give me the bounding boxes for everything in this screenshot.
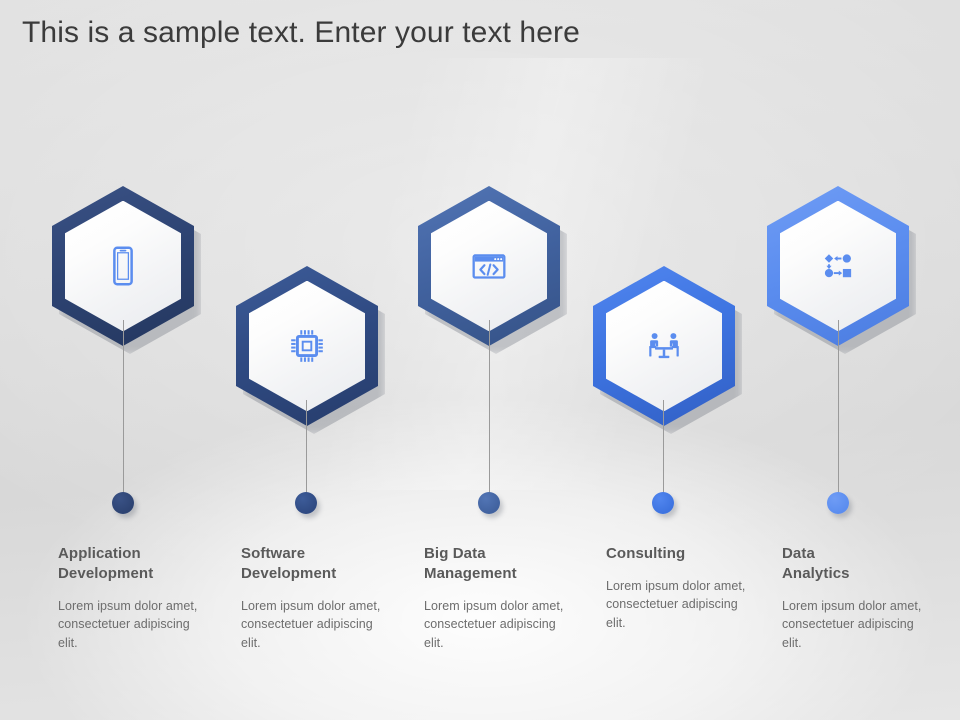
- timeline-dot-5: [827, 492, 849, 514]
- timeline-dot-1: [112, 492, 134, 514]
- code-window-icon: [472, 254, 506, 279]
- caption-data-analytics: Data Analytics Lorem ipsum dolor amet, c…: [782, 544, 934, 652]
- caption-consulting: Consulting Lorem ipsum dolor amet, conse…: [606, 544, 758, 632]
- cpu-chip-icon: [291, 330, 323, 362]
- timeline-dot-3: [478, 492, 500, 514]
- data-flow-diagram-icon: [824, 254, 852, 278]
- caption-title: Consulting: [606, 545, 686, 562]
- slide-canvas: This is a sample text. Enter your text h…: [0, 0, 960, 720]
- timeline-dot-4: [652, 492, 674, 514]
- caption-title: Application Development: [58, 545, 154, 582]
- caption-body: Lorem ipsum dolor amet, consectetuer adi…: [241, 598, 381, 650]
- caption-body: Lorem ipsum dolor amet, consectetuer adi…: [782, 598, 922, 650]
- hexagon-software-development[interactable]: [236, 266, 385, 434]
- connector-line-3: [489, 320, 490, 498]
- caption-title: Data Analytics: [782, 545, 850, 582]
- caption-title: Big Data Management: [424, 545, 517, 582]
- caption-body: Lorem ipsum dolor amet, consectetuer adi…: [424, 598, 564, 650]
- caption-body: Lorem ipsum dolor amet, consectetuer adi…: [606, 578, 746, 630]
- page-title: This is a sample text. Enter your text h…: [22, 16, 580, 49]
- meeting-table-icon: [649, 333, 679, 359]
- connector-line-4: [663, 400, 664, 498]
- smartphone-icon: [113, 246, 133, 286]
- caption-software-development: Software Development Lorem ipsum dolor a…: [241, 544, 393, 652]
- connector-line-1: [123, 320, 124, 498]
- caption-body: Lorem ipsum dolor amet, consectetuer adi…: [58, 598, 198, 650]
- hexagon-consulting[interactable]: [593, 266, 742, 434]
- caption-application-development: Application Development Lorem ipsum dolo…: [58, 544, 210, 652]
- connector-line-5: [838, 320, 839, 498]
- connector-line-2: [306, 400, 307, 498]
- caption-big-data-management: Big Data Management Lorem ipsum dolor am…: [424, 544, 576, 652]
- timeline-dot-2: [295, 492, 317, 514]
- caption-title: Software Development: [241, 545, 337, 582]
